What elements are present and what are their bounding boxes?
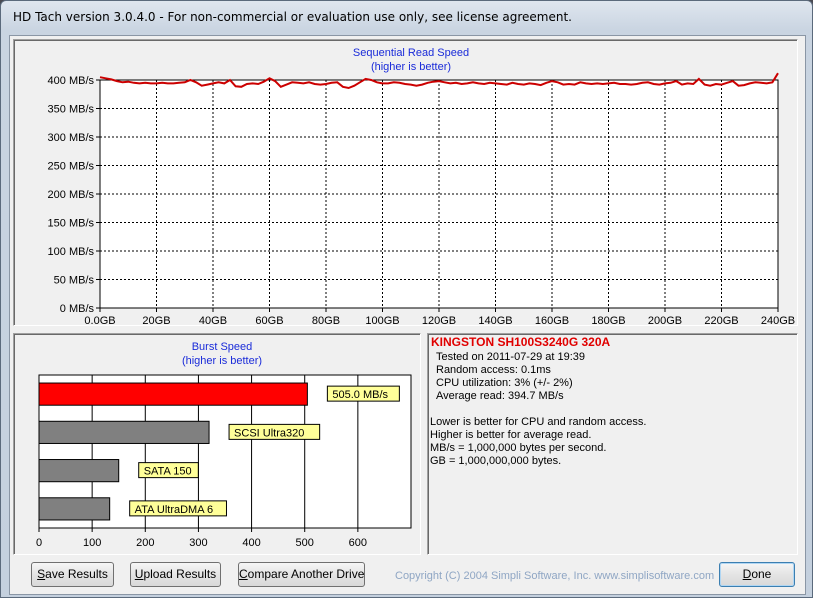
seq-y-tick-label: 0 MB/s [60,303,95,315]
compare-another-drive-button[interactable]: Compare Another Drive [238,562,365,587]
average-read: Average read: 394.7 MB/s [436,390,564,402]
seq-x-tick-label: 120GB [422,315,456,327]
seq-x-tick-label: 160GB [535,315,569,327]
seq-x-tick-label: 180GB [591,315,625,327]
cpu-utilization: CPU utilization: 3% (+/- 2%) [436,377,573,389]
seq-y-tick-label: 400 MB/s [48,75,95,87]
burst-bar-label: 505.0 MB/s [332,389,388,401]
seq-y-tick-label: 250 MB/s [48,161,95,173]
note-average-read: Higher is better for average read. [430,429,592,441]
upload-results-label: pload Results [143,567,217,581]
seq-x-tick-label: 200GB [648,315,682,327]
done-label: one [751,567,772,581]
burst-bar-label: SCSI Ultra320 [234,427,304,439]
burst-speed-chart: Burst Speed (higher is better) 505.0 MB/… [36,341,412,549]
seq-x-tick-label: 140GB [478,315,512,327]
burst-bar [38,382,308,406]
seq-y-tick-label: 50 MB/s [54,275,95,287]
burst-x-tick-label: 600 [349,537,367,549]
seq-x-tick-label: 240GB [761,315,795,327]
seq-x-tick-label: 100GB [365,315,399,327]
sequential-chart-subtitle: (higher is better) [371,61,451,73]
seq-x-tick-label: 20GB [142,315,170,327]
burst-x-tick-label: 300 [189,537,207,549]
title-bar[interactable]: HD Tach version 3.0.4.0 - For non-commer… [1,1,812,35]
compare-label: ompare Another Drive [247,567,365,581]
seq-y-tick-label: 200 MB/s [48,189,95,201]
seq-y-tick-label: 100 MB/s [48,246,95,258]
burst-x-tick-label: 0 [36,537,42,549]
seq-x-tick-label: 60GB [255,315,283,327]
burst-x-tick-label: 100 [83,537,101,549]
burst-chart-panel: Burst Speed (higher is better) 505.0 MB/… [13,333,421,555]
compare-mnemonic: C [239,567,248,581]
seq-x-tick-label: 40GB [199,315,227,327]
seq-x-tick-label: 0.0GB [84,315,115,327]
window-title: HD Tach version 3.0.4.0 - For non-commer… [13,10,572,24]
burst-x-tick-label: 200 [136,537,154,549]
note-cpu-random: Lower is better for CPU and random acces… [430,416,647,428]
burst-x-tick-label: 500 [296,537,314,549]
burst-bar [38,420,210,444]
sequential-read-chart: Sequential Read Speed (higher is better)… [48,47,796,327]
copyright-text: Copyright (C) 2004 Simpli Software, Inc.… [395,570,715,582]
client-area: Sequential Read Speed (higher is better)… [9,35,806,595]
burst-chart-title: Burst Speed [192,341,253,353]
save-results-button[interactable]: Save Results [31,562,114,587]
random-access: Random access: 0.1ms [436,364,551,376]
tested-on: Tested on 2011-07-29 at 19:39 [436,351,586,363]
done-button[interactable]: Done [719,562,795,587]
seq-y-tick-label: 150 MB/s [48,218,95,230]
save-results-mnemonic: S [37,567,46,581]
burst-bar-label: ATA UltraDMA 6 [135,504,213,516]
upload-results-button[interactable]: Upload Results [130,562,221,587]
seq-x-tick-label: 80GB [312,315,340,327]
burst-bar-label: SATA 150 [144,466,192,478]
done-mnemonic: D [742,567,752,581]
seq-y-tick-label: 350 MB/s [48,104,95,116]
note-gb-definition: GB = 1,000,000,000 bytes. [430,455,562,467]
save-results-label: ave Results [45,567,108,581]
drive-info-panel: KINGSTON SH100S3240G 320A Tested on 2011… [427,333,798,555]
burst-x-tick-label: 400 [242,537,260,549]
burst-chart-subtitle: (higher is better) [182,355,262,367]
sequential-chart-title: Sequential Read Speed [353,47,469,59]
burst-bar [38,497,111,521]
seq-x-tick-label: 220GB [704,315,738,327]
drive-name: KINGSTON SH100S3240G 320A [431,335,611,349]
note-mbs-definition: MB/s = 1,000,000 bytes per second. [430,442,607,454]
seq-y-tick-label: 300 MB/s [48,132,95,144]
sequential-chart-panel: Sequential Read Speed (higher is better)… [13,39,798,327]
app-window: HD Tach version 3.0.4.0 - For non-commer… [0,0,813,598]
burst-bar [38,459,120,483]
